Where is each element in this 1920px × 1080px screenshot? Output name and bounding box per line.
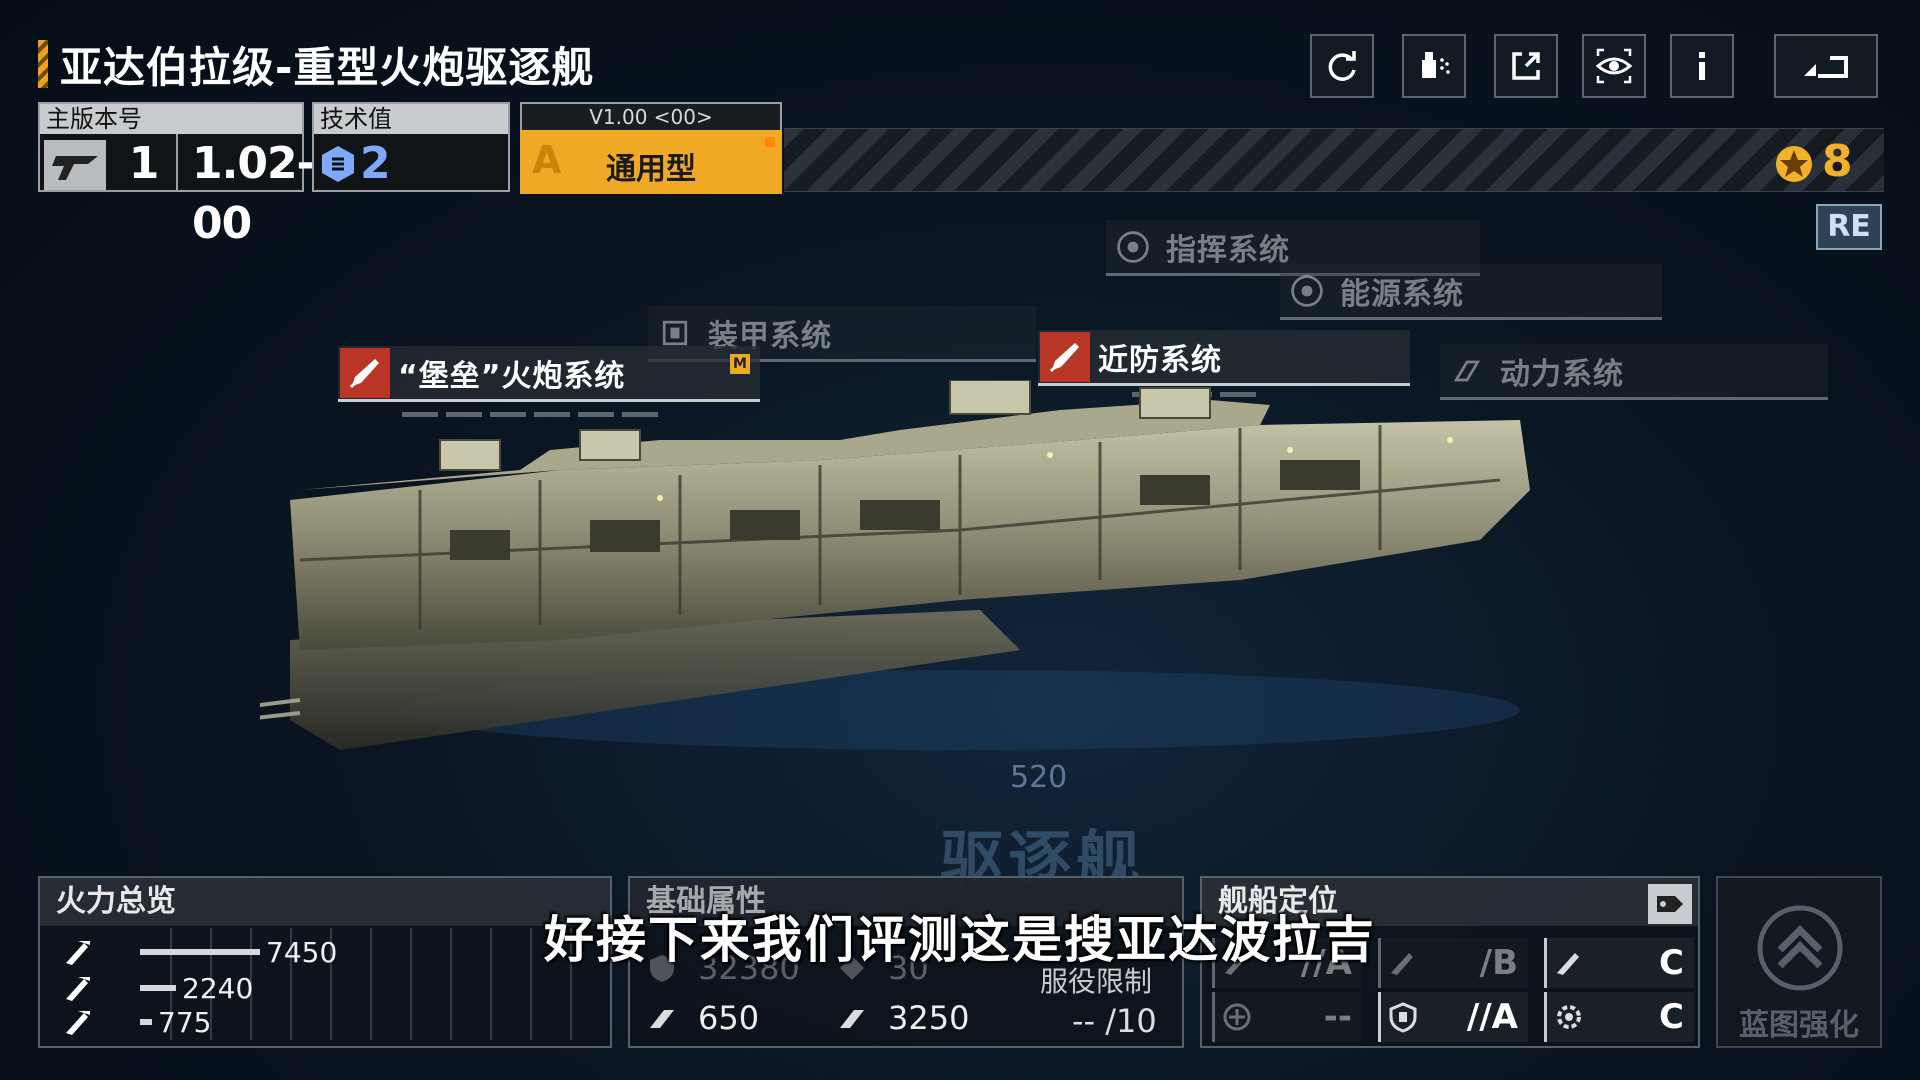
type-name: 通用型	[606, 152, 696, 187]
system-point-defense-label: 近防系统	[1098, 342, 1222, 378]
paint-button[interactable]	[1402, 34, 1466, 98]
faction-icon	[44, 140, 106, 190]
title-accent	[38, 40, 48, 88]
system-energy-label: 能源系统	[1340, 276, 1464, 312]
firepower-weapon-icon	[66, 1011, 90, 1035]
firepower-value-3: 775	[158, 1005, 212, 1039]
view-button[interactable]	[1582, 34, 1646, 98]
tech-box: 技术值 2	[312, 102, 510, 192]
role-support-icon	[1223, 1003, 1251, 1031]
speed-icon	[650, 1010, 674, 1028]
eye-view-icon	[1595, 48, 1633, 84]
system-energy[interactable]: 能源系统	[1280, 264, 1662, 320]
command-system-icon	[1108, 222, 1158, 272]
ship-model[interactable]	[260, 380, 1540, 760]
back-icon	[1804, 56, 1848, 78]
tech-label: 技术值	[314, 104, 508, 134]
role-cell-5: //A	[1378, 992, 1528, 1042]
energy-system-icon	[1282, 266, 1332, 316]
firepower-bar-3	[140, 1019, 152, 1025]
firepower-value-2: 2240	[182, 971, 254, 1005]
type-version: V1.00 <00>	[520, 102, 782, 130]
role-cell-6: C	[1544, 992, 1694, 1042]
ship-title: 亚达伯拉级-重型火炮驱逐舰	[60, 42, 595, 92]
video-subtitle: 好接下来我们评测这是搜亚达波拉吉	[544, 911, 1376, 969]
hazard-strip	[784, 128, 1884, 192]
refresh-icon	[1328, 51, 1356, 81]
type-corner-marker	[764, 136, 776, 148]
cannon-m-tag: M	[730, 354, 750, 374]
system-point-defense[interactable]: 近防系统	[1038, 330, 1410, 386]
title-bar: 亚达伯拉级-重型火炮驱逐舰	[38, 38, 594, 92]
system-command-label: 指挥系统	[1166, 232, 1290, 268]
version-minor: 1.02-00	[192, 138, 315, 249]
attr-range-value: 3250	[888, 999, 970, 1037]
version-label: 主版本号	[40, 104, 302, 134]
version-major: 1	[112, 134, 178, 192]
deck-number: 520	[1010, 760, 1068, 795]
tech-value: 2	[360, 138, 391, 189]
attr-speed: 650	[646, 992, 759, 1044]
re-badge[interactable]: RE	[1816, 204, 1882, 250]
refresh-button[interactable]	[1310, 34, 1374, 98]
type-main[interactable]: A 通用型	[520, 130, 782, 194]
paint-spray-icon	[1422, 52, 1450, 78]
tech-chip-icon	[322, 146, 354, 182]
missile-icon	[1040, 331, 1090, 382]
ship-type-box[interactable]: V1.00 <00> A 通用型	[520, 102, 782, 194]
role-value-6: C	[1659, 997, 1684, 1037]
firepower-bar-2	[140, 985, 176, 991]
back-button[interactable]	[1774, 34, 1878, 98]
role-value-4: --	[1323, 997, 1352, 1037]
role-gear-icon	[1557, 1005, 1581, 1029]
share-button[interactable]	[1494, 34, 1558, 98]
service-limit-value: -- /10	[1072, 1002, 1157, 1040]
firepower-weapon-icon	[66, 977, 90, 1001]
firepower-row-3: 775	[62, 1005, 212, 1039]
role-cell-4: --	[1212, 992, 1362, 1042]
attr-speed-value: 650	[698, 999, 760, 1037]
warp-icon	[840, 1010, 864, 1028]
rank-value: 8	[1822, 136, 1853, 187]
info-icon	[1699, 52, 1705, 80]
firepower-row-2: 2240	[62, 971, 254, 1005]
info-button[interactable]	[1670, 34, 1734, 98]
version-box: 主版本号 1 1.02-00	[38, 102, 315, 249]
external-link-icon	[1512, 52, 1540, 80]
role-value-5: //A	[1466, 997, 1518, 1037]
rank-star-icon	[1776, 146, 1812, 182]
blueprint-label: 蓝图强化	[1739, 1008, 1859, 1043]
attr-range: 3250	[836, 992, 969, 1044]
role-defense-icon	[1389, 1002, 1417, 1033]
